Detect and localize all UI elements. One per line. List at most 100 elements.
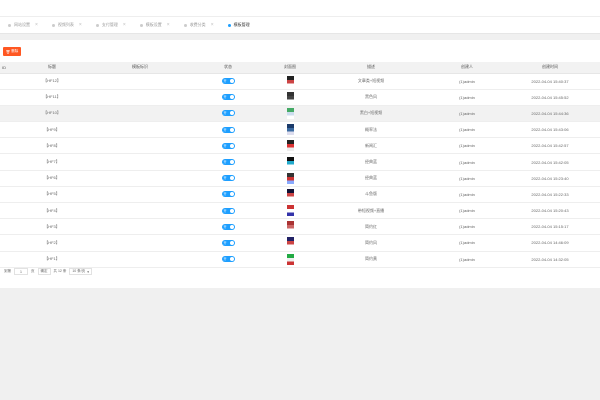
toggle-knob (229, 143, 234, 148)
cell-creator: (1)admin (434, 73, 500, 90)
table-row: 【HF1】 开 简约黄 (1)admin 2022-04-04 14:32:05 (0, 251, 600, 268)
cell-template-key (96, 218, 184, 236)
cell-created-time: 2022-04-04 15:23:40 (500, 170, 600, 187)
header-description[interactable]: 描述 (308, 62, 434, 74)
content-panel: 🗑 删除 ID 标题 模板标识 状态 封面图 描述 创建人 创建时间 【HF12】… (0, 40, 600, 288)
cell-template-key (96, 170, 184, 187)
cover-thumbnail[interactable] (286, 124, 294, 136)
close-icon[interactable]: × (35, 22, 38, 28)
cover-thumbnail[interactable] (286, 205, 294, 217)
cell-title: 【HF7】 (8, 153, 96, 171)
table-row: 【HF4】 开 带短视频+直播 (1)admin 2022-04-04 15:20:43 (0, 202, 600, 220)
cell-id (0, 153, 8, 171)
cell-creator: (1)admin (434, 137, 500, 155)
header-status[interactable]: 状态 (184, 62, 272, 74)
cell-created-time: 2022-04-04 15:44:36 (500, 105, 600, 123)
cell-title: 【HF1】 (8, 251, 96, 268)
cell-creator: (1)admin (434, 170, 500, 187)
tab-pay-category[interactable]: 收费分类 × (176, 16, 220, 34)
cell-id (0, 89, 8, 106)
cell-created-time: 2022-04-04 15:20:43 (500, 202, 600, 220)
tab-label: 网站设置 (14, 22, 30, 27)
tab-template-management[interactable]: 模板管理 (220, 16, 256, 34)
close-icon[interactable]: × (123, 22, 126, 28)
cell-status: 开 (184, 153, 272, 171)
cell-cover (272, 234, 308, 252)
toggle-knob (229, 95, 234, 100)
status-toggle[interactable]: 开 (221, 142, 235, 149)
toggle-knob (229, 79, 234, 84)
cell-creator: (1)admin (434, 234, 500, 252)
status-toggle[interactable]: 开 (221, 126, 235, 133)
header-creator[interactable]: 创建人 (434, 62, 500, 74)
header-created-time[interactable]: 创建时间 (500, 62, 600, 74)
trash-icon: 🗑 (5, 49, 11, 54)
close-icon[interactable]: × (79, 22, 82, 28)
cover-thumbnail[interactable] (286, 221, 294, 233)
toggle-knob (229, 240, 234, 245)
close-icon[interactable]: × (211, 22, 214, 28)
header-id[interactable]: ID (0, 62, 8, 74)
cover-thumbnail[interactable] (286, 237, 294, 249)
cell-template-key (96, 137, 184, 155)
cell-status: 开 (184, 234, 272, 252)
cell-template-key (96, 234, 184, 252)
tab-video-list[interactable]: 视频列表 × (44, 16, 88, 34)
cell-description: 黑色风 (308, 89, 434, 106)
cell-status: 开 (184, 121, 272, 139)
tab-dot-icon (8, 23, 11, 27)
delete-button[interactable]: 🗑 删除 (3, 47, 21, 56)
cover-thumbnail[interactable] (286, 172, 294, 184)
status-toggle[interactable]: 开 (221, 78, 235, 85)
tab-dot-icon (227, 23, 231, 27)
status-toggle[interactable]: 开 (221, 256, 235, 263)
tab-site-settings[interactable]: 网站设置 × (0, 16, 44, 34)
toggle-label: 开 (223, 143, 227, 148)
cell-cover (272, 170, 308, 187)
cell-cover (272, 137, 308, 155)
status-toggle[interactable]: 开 (221, 239, 235, 246)
status-toggle[interactable]: 开 (221, 175, 235, 182)
page-size-select[interactable]: 10 条/页 ▾ (69, 268, 92, 275)
cover-thumbnail[interactable] (286, 188, 294, 200)
status-toggle[interactable]: 开 (221, 207, 235, 214)
tab-label: 视频列表 (57, 22, 74, 27)
cell-cover (272, 89, 308, 106)
cell-id (0, 170, 8, 187)
cell-title: 【HF2】 (8, 234, 96, 252)
close-icon[interactable]: × (167, 22, 170, 28)
status-toggle[interactable]: 开 (221, 159, 235, 166)
header-title[interactable]: 标题 (8, 62, 96, 74)
tab-payment[interactable]: 支付管理 × (88, 16, 132, 34)
cover-thumbnail[interactable] (286, 75, 294, 87)
toggle-label: 开 (223, 192, 227, 197)
cell-description: 经典蓝 (308, 170, 434, 187)
chevron-down-icon: ▾ (87, 269, 89, 274)
cell-description: 概率法 (308, 121, 434, 139)
cell-template-key (96, 121, 184, 139)
cover-thumbnail[interactable] (286, 107, 294, 119)
cover-thumbnail[interactable] (286, 140, 294, 152)
cell-description: 带短视频+直播 (308, 202, 434, 220)
cover-thumbnail[interactable] (286, 91, 294, 103)
cell-title: 【HF12】 (8, 73, 96, 90)
cover-thumbnail[interactable] (286, 156, 294, 168)
cell-id (0, 121, 8, 139)
header-cover[interactable]: 封面图 (272, 62, 308, 74)
cell-status: 开 (184, 186, 272, 204)
tab-template-settings[interactable]: 模板设置 × (132, 16, 176, 34)
header-template-key[interactable]: 模板标识 (96, 62, 184, 74)
confirm-button[interactable]: 确定 (37, 268, 51, 275)
status-toggle[interactable]: 开 (221, 94, 235, 101)
status-toggle[interactable]: 开 (221, 223, 235, 230)
status-toggle[interactable]: 开 (221, 110, 235, 117)
cell-description: 新闻汇 (308, 137, 434, 155)
status-toggle[interactable]: 开 (221, 191, 235, 198)
cover-thumbnail[interactable] (286, 253, 294, 265)
toggle-knob (229, 257, 234, 262)
table-row: 【HF3】 开 简约红 (1)admin 2022-04-04 15:15:17 (0, 218, 600, 236)
cell-creator: (1)admin (434, 218, 500, 236)
table-header-row: ID 标题 模板标识 状态 封面图 描述 创建人 创建时间 (0, 62, 600, 74)
page-input[interactable]: 1 (14, 268, 28, 275)
table-row: 【HF8】 开 新闻汇 (1)admin 2022-04-04 15:42:57 (0, 137, 600, 155)
